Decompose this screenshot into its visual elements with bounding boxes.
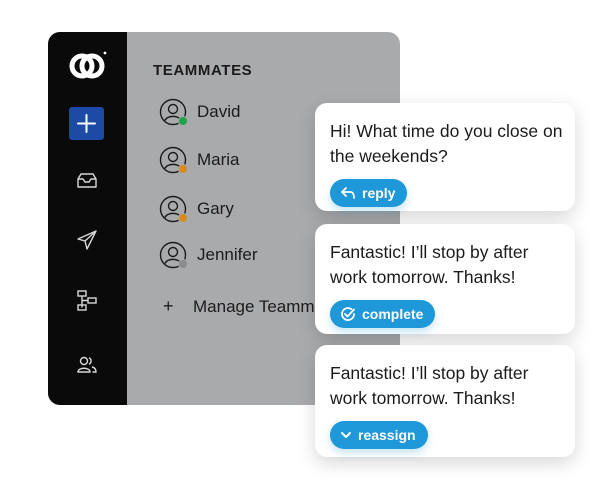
- teammate-name: Maria: [197, 150, 240, 169]
- message-card: Fantastic! I’ll stop by after work tomor…: [315, 224, 575, 334]
- add-button[interactable]: [69, 107, 104, 140]
- teammate-name: Gary: [197, 199, 234, 218]
- status-dot: [178, 213, 188, 223]
- manage-teammates-link[interactable]: + Manage Teamm: [163, 296, 315, 317]
- reassign-label: reassign: [358, 427, 416, 443]
- users-icon[interactable]: [75, 352, 99, 376]
- status-dot: [178, 116, 188, 126]
- inbox-icon[interactable]: [75, 169, 99, 193]
- message-card: Fantastic! I’ll stop by after work tomor…: [315, 345, 575, 457]
- reassign-button[interactable]: reassign: [330, 421, 428, 449]
- reply-icon: [341, 187, 355, 199]
- plus-icon: [77, 114, 96, 133]
- chevron-down-icon: [341, 432, 351, 438]
- complete-label: complete: [362, 306, 424, 322]
- status-dot: [178, 259, 188, 269]
- message-text: Hi! What time do you close on the weeken…: [330, 121, 563, 166]
- message-text: Fantastic! I’ll stop by after work tomor…: [330, 363, 529, 408]
- logo-icon: [69, 51, 107, 79]
- sidebar-rail: [48, 32, 127, 405]
- complete-button[interactable]: complete: [330, 300, 436, 328]
- status-dot: [178, 164, 188, 174]
- send-icon[interactable]: [75, 228, 99, 252]
- teammate-name: David: [197, 102, 241, 121]
- check-circle-icon: [341, 307, 355, 321]
- workflow-icon[interactable]: [75, 288, 99, 312]
- reply-button[interactable]: reply: [330, 179, 408, 207]
- message-text: Fantastic! I’ll stop by after work tomor…: [330, 242, 529, 287]
- message-card: Hi! What time do you close on the weeken…: [315, 103, 575, 211]
- panel-title: TEAMMATES: [153, 62, 253, 79]
- reply-label: reply: [362, 185, 396, 201]
- manage-teammates-label: Manage Teamm: [193, 297, 315, 316]
- plus-icon: +: [163, 296, 174, 316]
- teammate-name: Jennifer: [197, 245, 258, 264]
